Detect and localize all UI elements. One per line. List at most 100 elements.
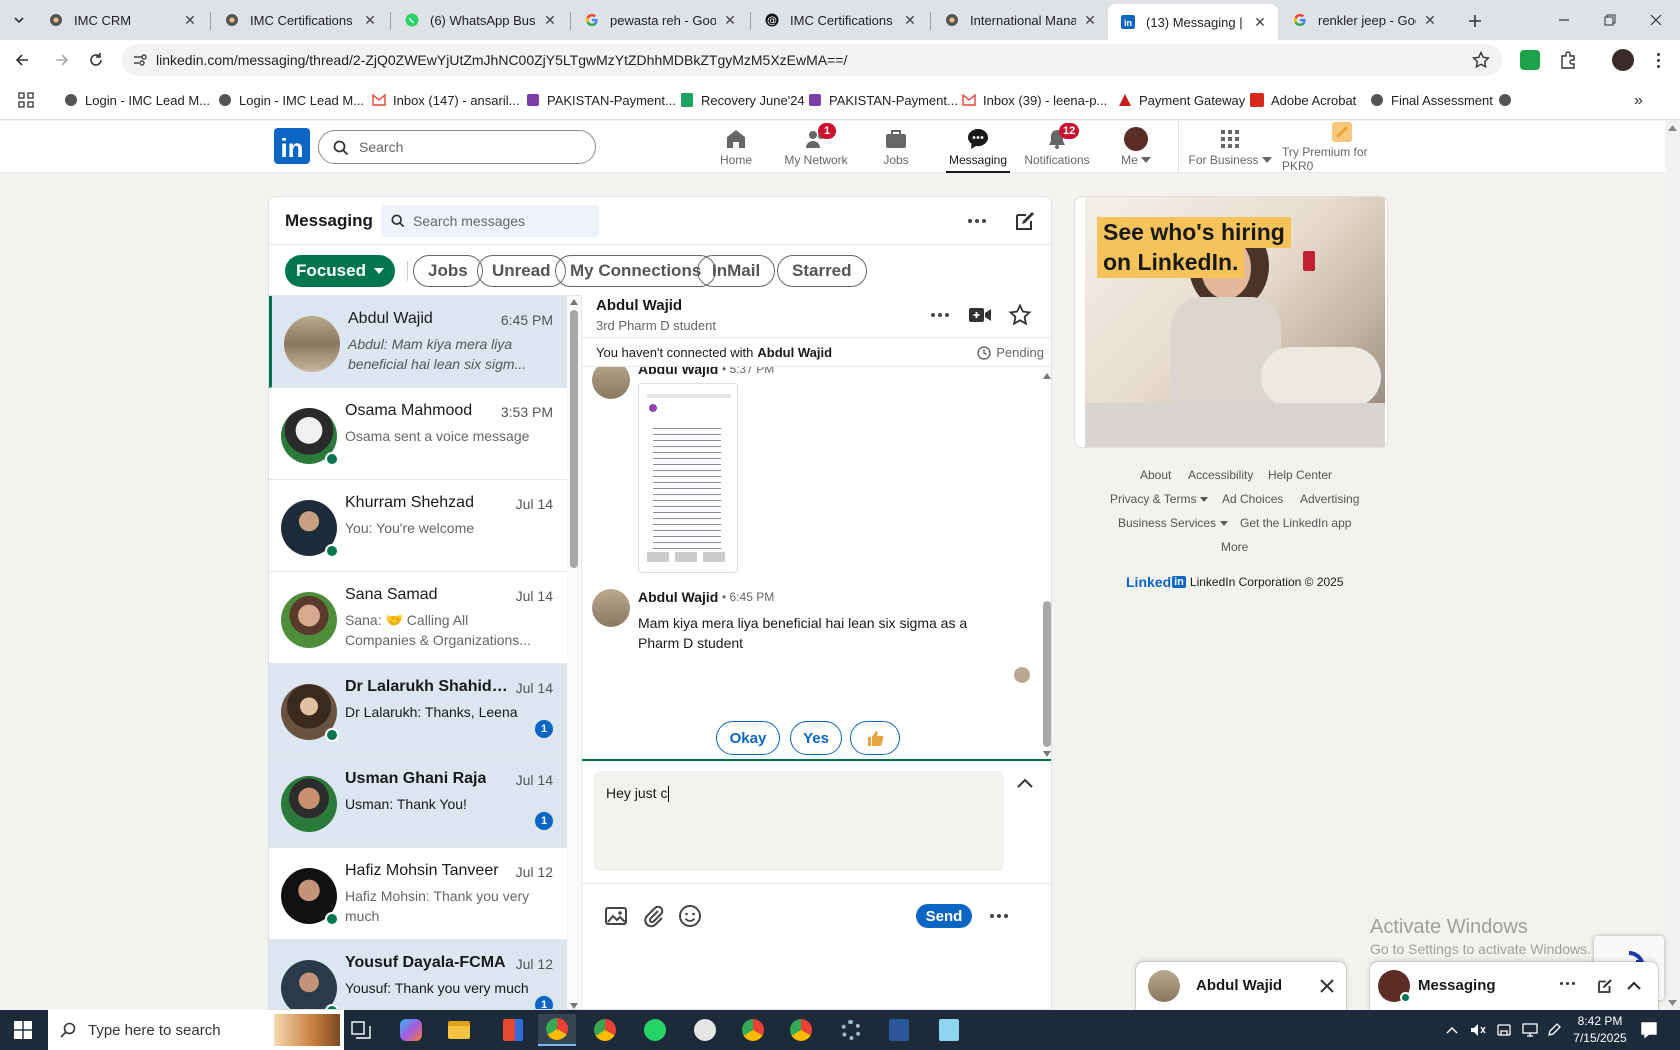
taskbar-clock[interactable]: 8:42 PM 7/15/2025 xyxy=(1570,1013,1630,1047)
bookmark-payment-gateway[interactable]: Payment Gateway xyxy=(1118,90,1245,110)
browser-tab-whatsapp[interactable]: (6) WhatsApp Busin ✕ xyxy=(392,4,568,36)
footer-help-center-link[interactable]: Help Center xyxy=(1268,468,1332,482)
quick-reply-yes[interactable]: Yes xyxy=(790,721,842,755)
footer-about-link[interactable]: About xyxy=(1140,468,1171,482)
page-scrollbar[interactable] xyxy=(1665,121,1680,1010)
taskbar-chrome-3[interactable] xyxy=(734,1014,772,1046)
nav-for-business[interactable]: For Business xyxy=(1188,121,1272,173)
filter-inmail[interactable]: InMail xyxy=(697,255,776,287)
nav-home[interactable]: Home xyxy=(712,121,760,173)
reload-button[interactable] xyxy=(84,48,108,72)
compose-icon[interactable] xyxy=(1596,977,1614,995)
taskbar-settings[interactable] xyxy=(832,1014,870,1046)
browser-tab-google-renkler[interactable]: renkler jeep - Goog ✕ xyxy=(1280,4,1448,36)
scroll-up-arrow-icon[interactable] xyxy=(1043,373,1051,379)
footer-advertising-link[interactable]: Advertising xyxy=(1300,492,1359,506)
taskbar-chrome-4[interactable] xyxy=(782,1014,820,1046)
taskbar-copilot[interactable] xyxy=(392,1014,430,1046)
more-bookmarks-icon[interactable]: » xyxy=(1634,92,1643,110)
send-button[interactable]: Send xyxy=(916,904,972,928)
scroll-down-arrow-icon[interactable] xyxy=(1668,1000,1677,1006)
profile-avatar[interactable] xyxy=(1612,49,1634,71)
expand-compose-button[interactable] xyxy=(1016,777,1038,795)
filter-starred[interactable]: Starred xyxy=(777,255,867,287)
chat-popup-abdul-wajid[interactable]: Abdul Wajid xyxy=(1136,962,1346,1010)
attach-image-button[interactable] xyxy=(604,904,628,928)
close-icon[interactable]: ✕ xyxy=(722,12,738,28)
star-icon[interactable] xyxy=(1472,51,1490,69)
messaging-more-button[interactable] xyxy=(965,209,989,233)
scroll-down-arrow-icon[interactable] xyxy=(570,1003,578,1009)
taskbar-chrome-2[interactable] xyxy=(586,1014,624,1046)
bookmark-login-imc-1[interactable]: Login - IMC Lead M... xyxy=(64,90,210,110)
tab-search-button[interactable] xyxy=(8,10,30,30)
scrollbar-thumb[interactable] xyxy=(570,310,578,568)
minimize-button[interactable] xyxy=(1548,8,1580,32)
nav-messaging[interactable]: Messaging xyxy=(946,121,1010,173)
task-view-button[interactable] xyxy=(342,1014,380,1046)
global-search-input[interactable]: Search xyxy=(318,130,596,164)
message-input[interactable]: Hey just c xyxy=(594,771,1004,871)
scroll-down-arrow-icon[interactable] xyxy=(1043,751,1051,757)
nav-jobs[interactable]: Jobs xyxy=(876,121,916,173)
conversation-list-scrollbar[interactable] xyxy=(567,296,581,1009)
close-icon[interactable]: ✕ xyxy=(902,12,918,28)
ad-card[interactable]: See who's hiring on LinkedIn. xyxy=(1074,196,1388,448)
taskbar-clock-app[interactable] xyxy=(686,1014,724,1046)
conversation-hafiz-mohsin[interactable]: Hafiz Mohsin Tanveer Jul 12 Hafiz Mohsin… xyxy=(269,848,567,940)
bookmark-gmail-inbox-39[interactable]: Inbox (39) - leena-p... xyxy=(962,90,1107,110)
footer-privacy-terms-link[interactable]: Privacy & Terms xyxy=(1110,492,1209,506)
video-meeting-button[interactable] xyxy=(968,304,992,326)
nav-me[interactable]: Me xyxy=(1114,121,1158,173)
taskbar-chrome-active[interactable] xyxy=(538,1014,576,1046)
browser-tab-threads[interactable]: @ IMC Certifications In ✕ xyxy=(752,4,928,36)
browser-tab-google-pewasta[interactable]: pewasta reh - Goog ✕ xyxy=(572,4,748,36)
close-icon[interactable]: ✕ xyxy=(182,12,198,28)
conversation-dr-lalarukh[interactable]: Dr Lalarukh Shahid T... Jul 14 Dr Lalaru… xyxy=(269,664,567,756)
bookmark-adobe-acrobat[interactable]: Adobe Acrobat xyxy=(1250,90,1356,110)
scroll-up-arrow-icon[interactable] xyxy=(1668,125,1677,131)
footer-more-link[interactable]: More xyxy=(1221,540,1248,554)
conversation-osama-mahmood[interactable]: Osama Mahmood 3:53 PM Osama sent a voice… xyxy=(269,388,567,480)
browser-tab-imc-crm[interactable]: IMC CRM ✕ xyxy=(36,4,208,36)
taskbar-word[interactable] xyxy=(880,1014,918,1046)
bookmark-pakistan-payment-1[interactable]: PAKISTAN-Payment... xyxy=(526,90,676,110)
bookmark-recovery-june[interactable]: Recovery June'24 xyxy=(680,90,805,110)
close-icon[interactable]: ✕ xyxy=(362,12,378,28)
footer-business-services-link[interactable]: Business Services xyxy=(1118,516,1229,530)
star-conversation-button[interactable] xyxy=(1008,303,1032,327)
close-icon[interactable]: ✕ xyxy=(1082,12,1098,28)
quick-reply-okay[interactable]: Okay xyxy=(716,721,780,755)
site-info-icon[interactable] xyxy=(132,52,148,68)
taskbar-notepad[interactable] xyxy=(930,1014,968,1046)
bookmark-login-imc-2[interactable]: Login - IMC Lead M... xyxy=(218,90,364,110)
restore-button[interactable] xyxy=(1594,8,1626,32)
taskbar-search-box[interactable]: Type here to search xyxy=(48,1010,344,1050)
message-sender[interactable]: Abdul Wajid xyxy=(638,367,718,377)
connect-notice-name[interactable]: Abdul Wajid xyxy=(757,345,832,360)
volume-muted-icon[interactable] xyxy=(1470,1023,1486,1037)
thread-contact-name[interactable]: Abdul Wajid xyxy=(596,297,682,314)
search-messages-input[interactable]: Search messages xyxy=(381,205,599,237)
close-window-button[interactable] xyxy=(1640,8,1672,32)
start-button[interactable] xyxy=(4,1014,42,1046)
browser-tab-international[interactable]: International Manag ✕ xyxy=(932,4,1108,36)
drive-icon[interactable] xyxy=(1496,1023,1512,1037)
thread-scrollbar[interactable] xyxy=(1040,367,1051,759)
attach-file-button[interactable] xyxy=(642,904,666,928)
kebab-menu-icon[interactable] xyxy=(1648,50,1668,70)
messaging-overlay-bar[interactable]: Messaging xyxy=(1370,962,1658,1010)
conversation-sana-samad[interactable]: Sana Samad Jul 14 Sana: 🤝 Calling All Co… xyxy=(269,572,567,664)
filter-my-connections[interactable]: My Connections xyxy=(555,255,717,287)
filter-unread[interactable]: Unread xyxy=(477,255,566,287)
filter-jobs[interactable]: Jobs xyxy=(413,255,483,287)
network-icon[interactable] xyxy=(1522,1023,1538,1037)
taskbar-whatsapp[interactable] xyxy=(636,1014,674,1046)
quick-reply-thumbs-up[interactable] xyxy=(850,721,900,755)
forward-button[interactable] xyxy=(50,48,74,72)
send-options-button[interactable] xyxy=(986,906,1012,926)
extensions-puzzle-icon[interactable] xyxy=(1558,50,1578,70)
filter-focused-button[interactable]: Focused xyxy=(285,255,395,287)
taskbar-file-explorer[interactable] xyxy=(440,1014,478,1046)
back-button[interactable] xyxy=(10,48,34,72)
